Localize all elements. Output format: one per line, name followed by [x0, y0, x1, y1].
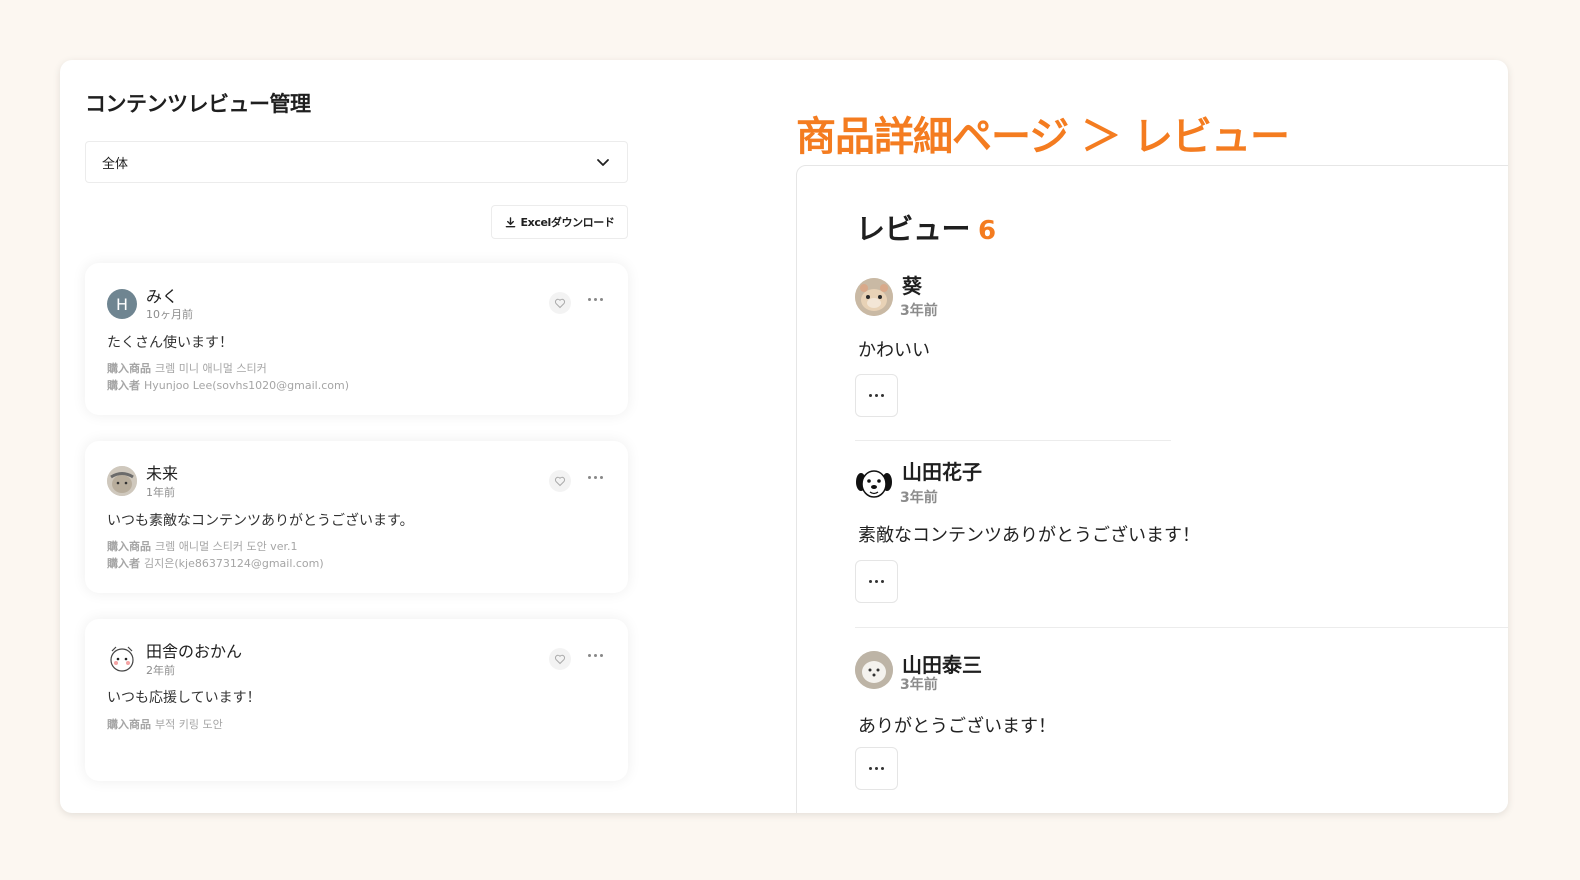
review-card: H みく 10ヶ月前 たくさん使います！ 購入商品 크렘 미니 애니멀 스티커 購… [85, 263, 628, 415]
review-body: いつも応援しています！ [107, 690, 261, 706]
like-button[interactable] [549, 292, 571, 314]
buyer-label: 購入者 [107, 379, 140, 392]
review-body: 素敵なコンテンツありがとうございます！ [858, 525, 1200, 546]
review-time: 3年前 [900, 303, 938, 319]
reviewer-name: 未来 [146, 464, 179, 483]
review-time: 3年前 [900, 677, 938, 693]
review-body: ありがとうございます！ [858, 716, 1056, 737]
more-options-button[interactable] [585, 293, 605, 305]
excel-download-label: Excelダウンロード [520, 216, 615, 229]
heart-icon [554, 654, 566, 665]
heart-icon [554, 476, 566, 487]
avatar-illustration [856, 470, 892, 498]
page-title: コンテンツレビュー管理 [85, 92, 311, 116]
reviewer-name: みく [146, 287, 179, 306]
avatar [855, 651, 893, 689]
product-label: 購入商品 [107, 718, 151, 731]
product-label: 購入商品 [107, 362, 151, 375]
review-body: たくさん使います！ [107, 335, 233, 351]
product-name: 부적 키링 도안 [155, 718, 223, 731]
avatar-photo [855, 278, 893, 316]
filter-select[interactable]: 全体 [85, 141, 628, 183]
preview-heading: 商品詳細ページ ＞ レビュー [796, 114, 1290, 160]
avatar [855, 278, 893, 316]
avatar [107, 644, 137, 674]
more-options-button[interactable] [585, 649, 605, 661]
chevron-down-icon [597, 159, 609, 166]
review-card: 田舎のおかん 2年前 いつも応援しています！ 購入商品 부적 키링 도안 [85, 619, 628, 781]
excel-download-button[interactable]: Excelダウンロード [491, 205, 628, 239]
product-name: 크렘 미니 애니멀 스티커 [155, 362, 267, 375]
review-body: かわいい [858, 340, 930, 361]
divider [855, 627, 1508, 628]
buyer-name: Hyunjoo Lee(sovhs1020@gmail.com) [144, 379, 349, 392]
heart-icon [554, 298, 566, 309]
avatar-photo [107, 466, 137, 496]
review-time: 10ヶ月前 [146, 308, 193, 321]
buyer-label: 購入者 [107, 557, 140, 570]
download-icon [505, 216, 515, 227]
reviews-title: レビュー 6 [856, 206, 996, 248]
review-time: 3年前 [900, 490, 938, 506]
review-preview-panel: レビュー 6 葵 3年前 かわいい 山田花子 3年前 素敵なコンテンツありがとう… [796, 165, 1508, 813]
reviewer-name: 田舎のおかん [146, 642, 243, 661]
avatar-letter: H [115, 294, 129, 314]
review-meta: 購入商品 크렘 애니멀 스티커 도안 ver.1 購入者 김지은(kje863731… [107, 538, 324, 572]
reviewer-name: 葵 [902, 274, 922, 298]
review-card: 未来 1年前 いつも素敵なコンテンツありがとうございます。 購入商品 크렘 애니멀… [85, 441, 628, 593]
avatar: H [107, 289, 137, 319]
app-window: コンテンツレビュー管理 全体 Excelダウンロード H みく 10ヶ月前 たく… [60, 60, 1508, 813]
review-count: 6 [978, 216, 996, 246]
reviews-title-label: レビュー [856, 212, 971, 246]
like-button[interactable] [549, 648, 571, 670]
more-options-button[interactable] [855, 747, 898, 790]
like-button[interactable] [549, 470, 571, 492]
review-meta: 購入商品 크렘 미니 애니멀 스티커 購入者 Hyunjoo Lee(sovhs10… [107, 360, 349, 394]
review-meta: 購入商品 부적 키링 도안 [107, 716, 223, 733]
avatar-photo [855, 651, 893, 689]
filter-select-value: 全体 [102, 156, 129, 172]
review-admin-panel: コンテンツレビュー管理 全体 Excelダウンロード H みく 10ヶ月前 たく… [85, 60, 685, 813]
more-options-button[interactable] [855, 560, 898, 603]
scroll-fade [85, 793, 685, 813]
product-label: 購入商品 [107, 540, 151, 553]
buyer-name: 김지은(kje86373124@gmail.com) [144, 557, 324, 570]
avatar [855, 464, 893, 502]
review-time: 2年前 [146, 664, 175, 677]
divider [855, 440, 1171, 441]
more-options-button[interactable] [585, 471, 605, 483]
review-body: いつも素敵なコンテンツありがとうございます。 [107, 513, 414, 529]
avatar-illustration [110, 646, 134, 672]
avatar [107, 466, 137, 496]
more-options-button[interactable] [855, 374, 898, 417]
reviewer-name: 山田花子 [902, 460, 982, 484]
product-name: 크렘 애니멀 스티커 도안 ver.1 [155, 540, 298, 553]
review-time: 1年前 [146, 486, 175, 499]
